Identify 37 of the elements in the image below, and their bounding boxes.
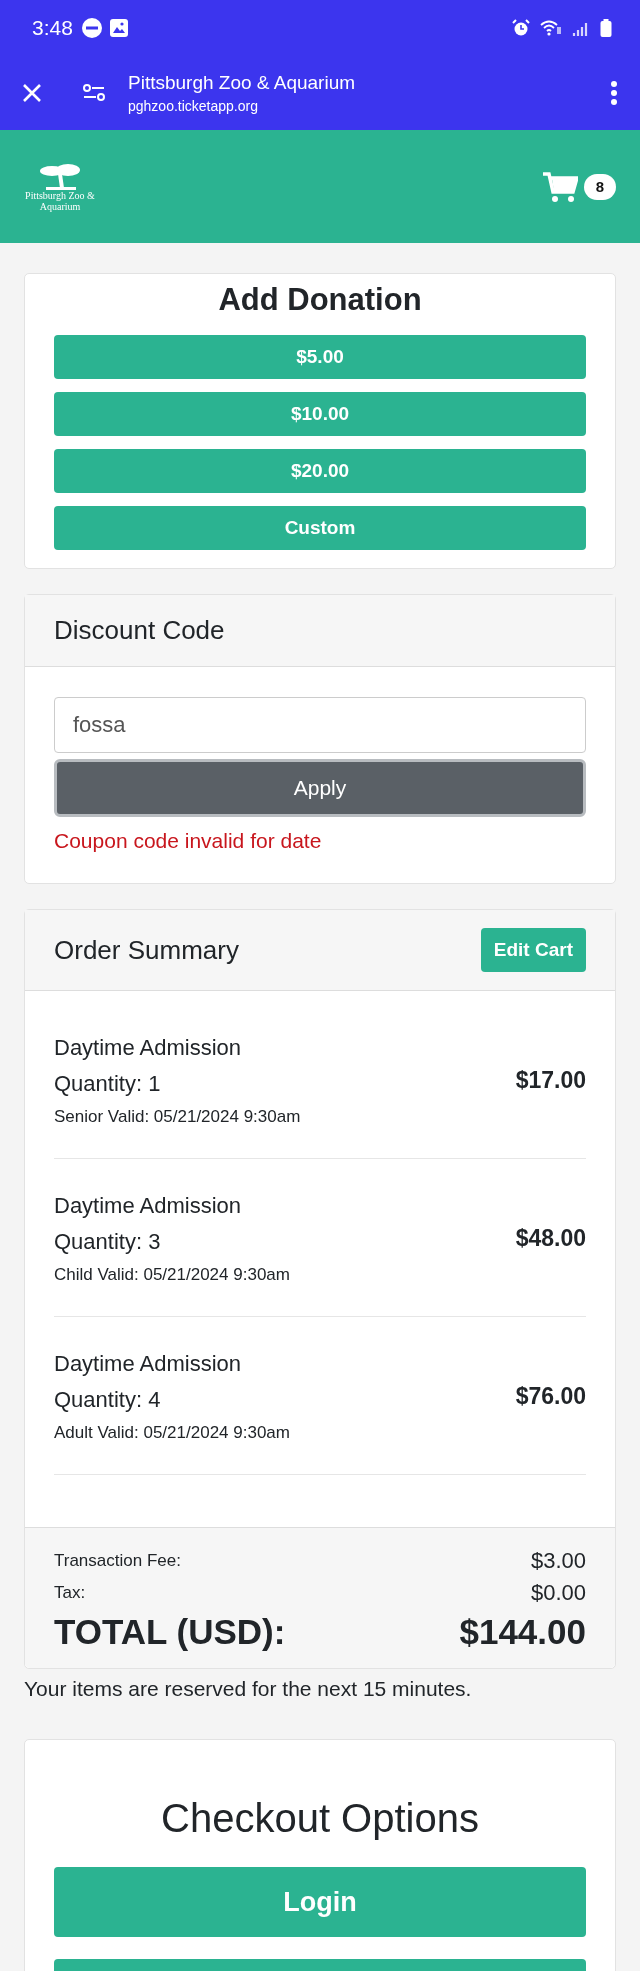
edit-cart-button[interactable]: Edit Cart <box>480 928 586 972</box>
cart-count-badge: 8 <box>584 173 616 200</box>
item-detail: Child Valid: 05/21/2024 9:30am <box>54 1264 290 1285</box>
reservation-note: Your items are reserved for the next 15 minutes. <box>24 1677 473 1701</box>
page-title: Pittsburgh Zoo & Aquarium <box>128 72 356 94</box>
item-price: $76.00 <box>515 1383 586 1410</box>
donation-amount-button[interactable]: $20.00 <box>54 449 586 493</box>
item-detail: Adult Valid: 05/21/2024 9:30am <box>54 1422 290 1443</box>
fee-label: Tax: <box>54 1583 86 1603</box>
donation-title: Add Donation <box>218 282 422 318</box>
donation-amount-button[interactable]: $5.00 <box>54 335 586 379</box>
zoo-logo[interactable]: Pittsburgh Zoo & Aquarium <box>12 161 108 212</box>
discount-title: Discount Code <box>54 615 225 646</box>
total-value: $144.00 <box>459 1612 586 1652</box>
item-price: $17.00 <box>515 1067 586 1094</box>
page-url: pghzoo.ticketapp.org <box>128 98 259 114</box>
item-detail: Senior Valid: 05/21/2024 9:30am <box>54 1106 301 1127</box>
fee-value: $3.00 <box>530 1548 586 1574</box>
fee-value: $0.00 <box>530 1580 586 1606</box>
item-name: Daytime Admission <box>54 1034 243 1061</box>
login-button[interactable]: Login <box>54 1867 586 1937</box>
item-name: Daytime Admission <box>54 1192 243 1219</box>
total-label: TOTAL (USD): <box>54 1612 286 1652</box>
fee-label: Transaction Fee: <box>54 1551 181 1571</box>
item-price: $48.00 <box>515 1225 586 1252</box>
donation-amount-button[interactable]: Custom <box>54 506 586 550</box>
item-quantity: Quantity: 4 <box>54 1386 162 1413</box>
error-message: Coupon code invalid for date <box>54 829 323 853</box>
checkout-title: Checkout Options <box>160 1796 480 1841</box>
donation-amount-button[interactable]: $10.00 <box>54 392 586 436</box>
apply-button[interactable]: Apply <box>54 759 586 817</box>
discount-code-field[interactable]: fossa <box>54 697 586 753</box>
item-quantity: Quantity: 3 <box>54 1228 162 1255</box>
item-quantity: Quantity: 1 <box>54 1070 162 1097</box>
item-name: Daytime Admission <box>54 1350 243 1377</box>
order-summary-title: Order Summary <box>54 934 239 966</box>
status-time: 3:48 <box>32 16 73 40</box>
